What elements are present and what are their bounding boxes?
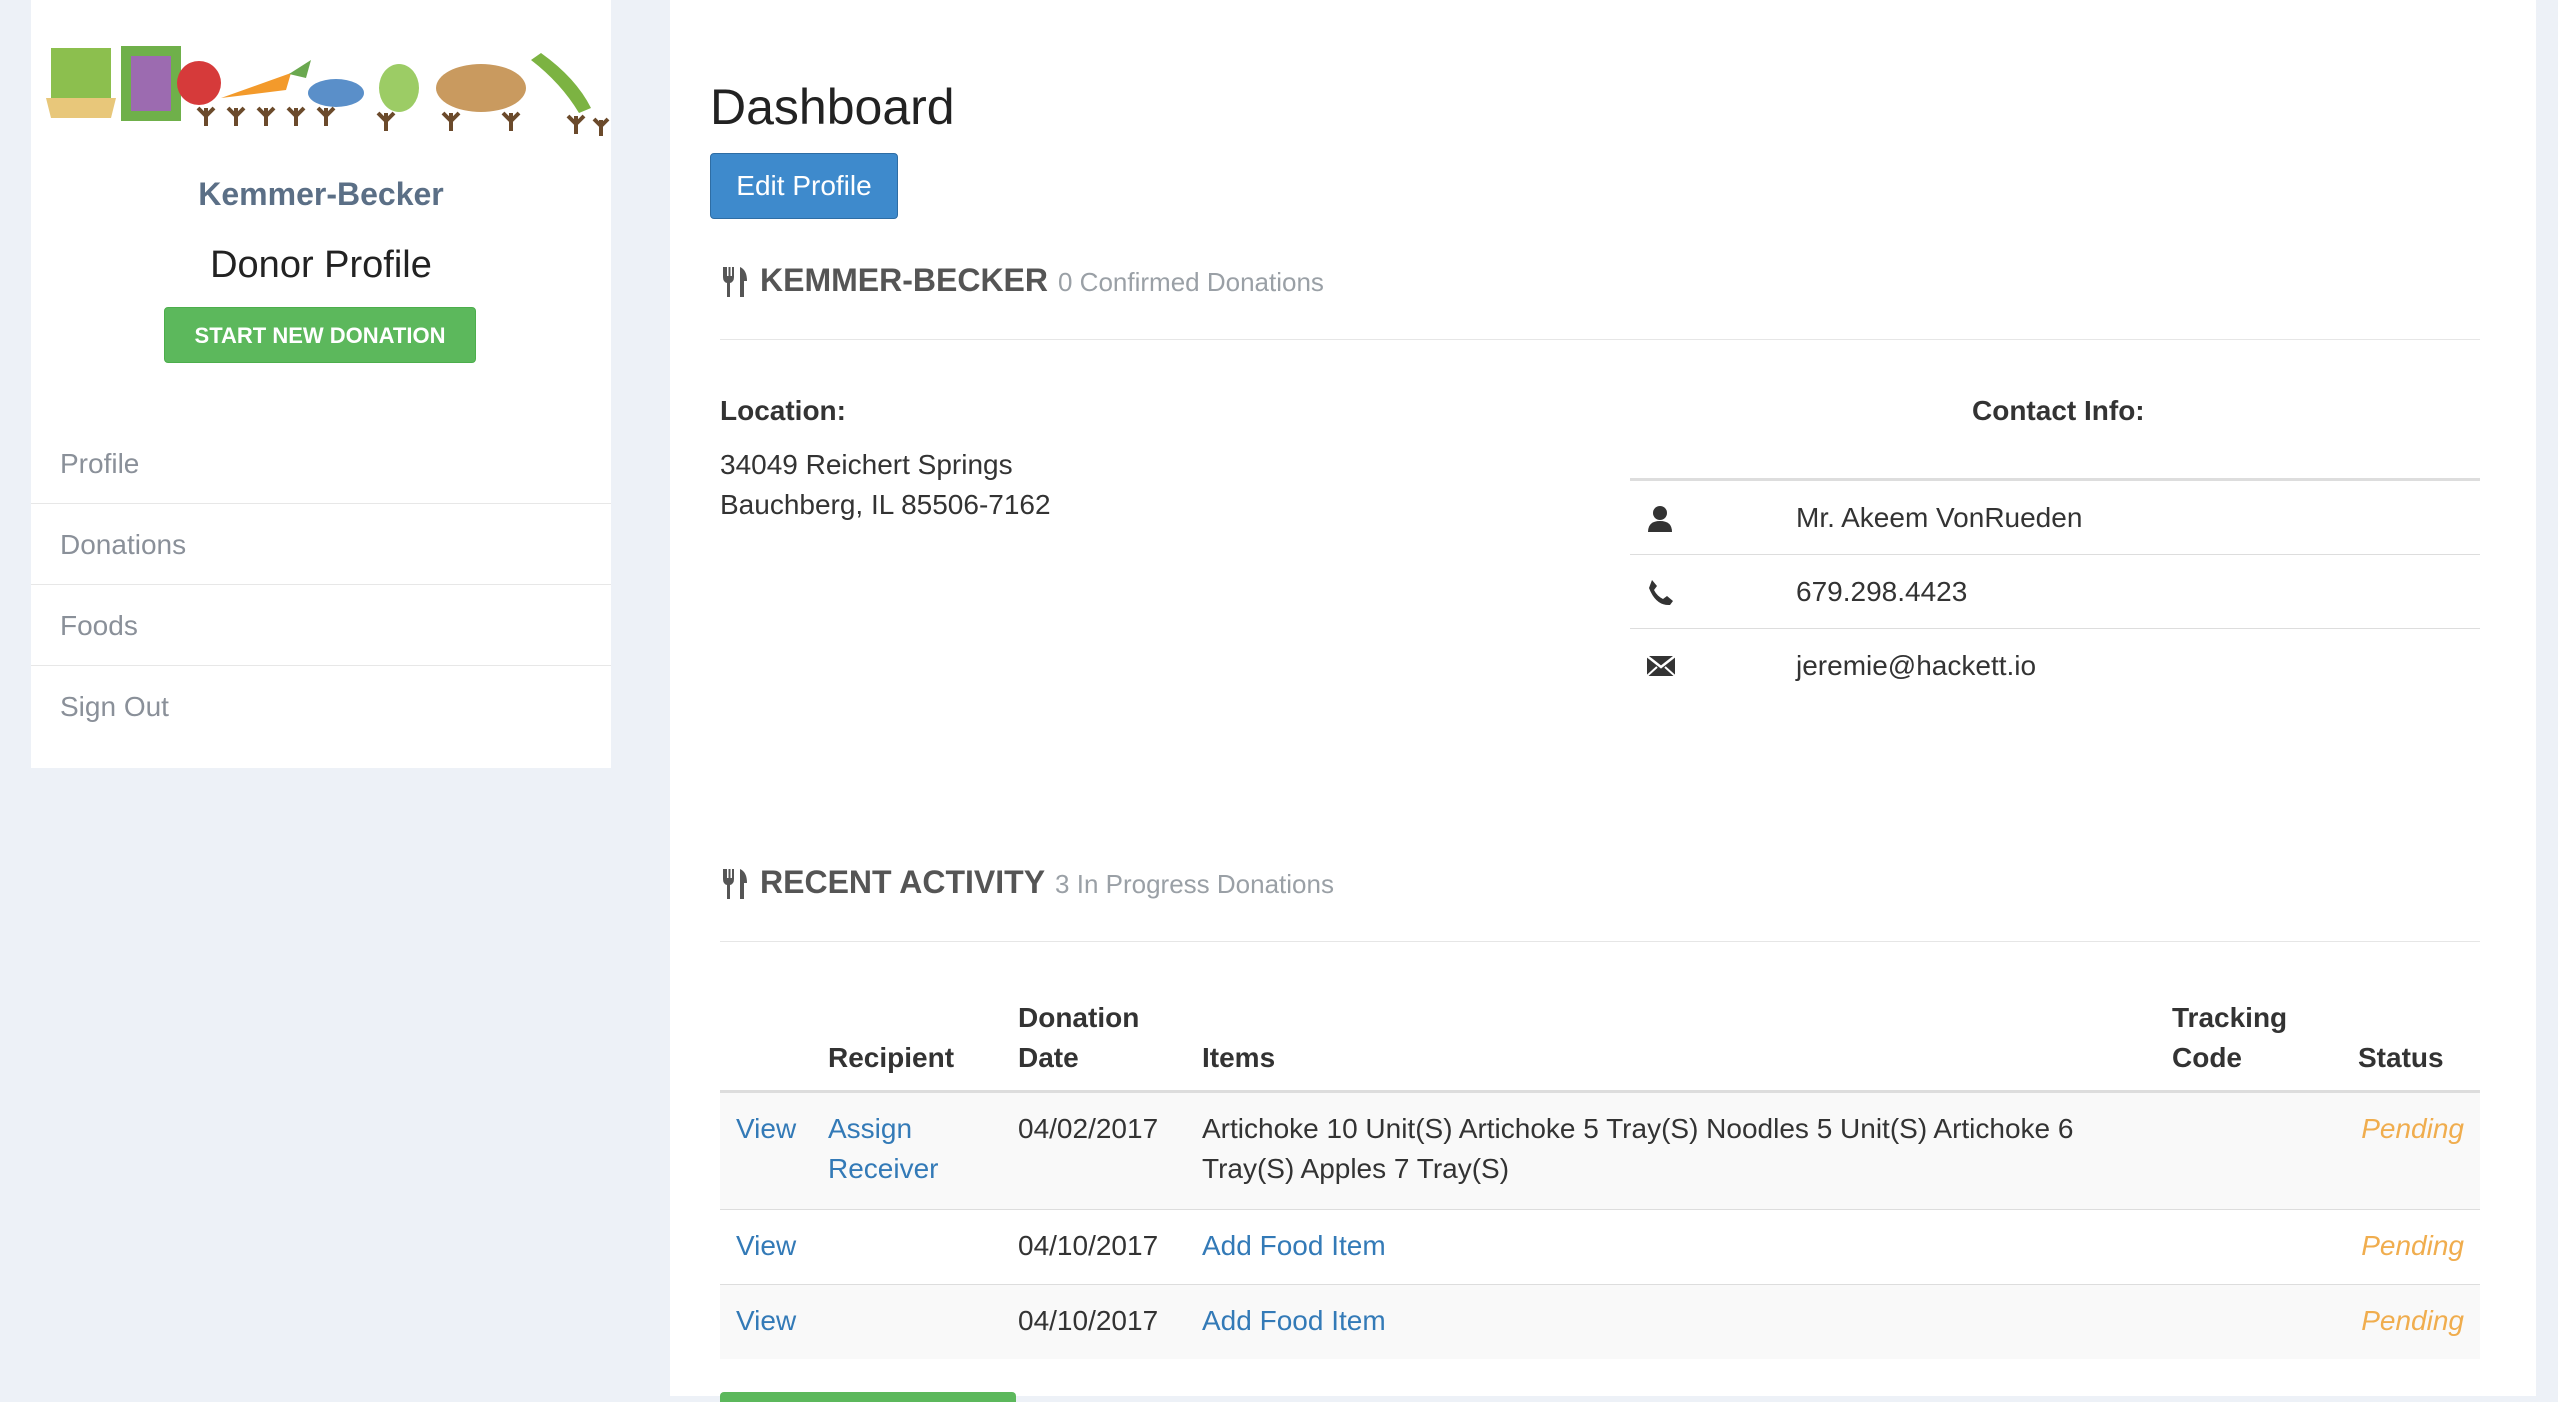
location-label: Location: bbox=[720, 395, 846, 426]
cutlery-icon bbox=[723, 868, 747, 899]
sidebar-item-profile[interactable]: Profile bbox=[31, 423, 611, 504]
phone-icon bbox=[1630, 578, 1796, 606]
donation-items: Artichoke 10 Unit(S) Artichoke 5 Tray(S)… bbox=[1202, 1109, 2122, 1189]
header-donation-date-line1: Donation bbox=[1018, 1002, 1140, 1033]
header-donation-date: Donation Date bbox=[1018, 998, 1139, 1078]
donation-items-line1: Artichoke 10 Unit(S) Artichoke 5 Tray(S)… bbox=[1202, 1113, 2074, 1144]
header-items: Items bbox=[1202, 1042, 1276, 1073]
address-line-1: 34049 Reichert Springs bbox=[720, 449, 1013, 480]
header-tracking-code: Tracking Code bbox=[2172, 998, 2287, 1078]
table-row: View 04/10/2017 Add Food Item Pending bbox=[720, 1285, 2480, 1359]
add-food-item-link[interactable]: Add Food Item bbox=[1202, 1226, 1386, 1266]
in-progress-donations-count: 3 In Progress Donations bbox=[1055, 869, 1334, 899]
contact-row-name: Mr. Akeem VonRueden bbox=[1630, 481, 2480, 555]
assign-receiver-line1: Assign bbox=[828, 1113, 913, 1144]
sidebar-nav: Profile Donations Foods Sign Out bbox=[31, 423, 611, 747]
activity-section-header: RECENT ACTIVITY 3 In Progress Donations bbox=[720, 864, 1334, 901]
contact-row-email: jeremie@hackett.io bbox=[1630, 629, 2480, 702]
activity-section-title: RECENT ACTIVITY bbox=[760, 864, 1046, 900]
start-new-donation-button[interactable]: START NEW DONATION bbox=[164, 307, 476, 363]
donation-date: 04/02/2017 bbox=[1018, 1113, 1159, 1144]
contact-email: jeremie@hackett.io bbox=[1796, 649, 2037, 681]
assign-receiver-link[interactable]: Assign Receiver bbox=[828, 1109, 938, 1189]
activity-table: Recipient Donation Date Items Tracking C… bbox=[720, 960, 2480, 1359]
view-link[interactable]: View bbox=[736, 1301, 796, 1341]
address-line-2: Bauchberg, IL 85506-7162 bbox=[720, 489, 1051, 520]
contact-row-phone: 679.298.4423 bbox=[1630, 555, 2480, 629]
org-name: Kemmer-Becker bbox=[198, 176, 444, 212]
sidebar: Kemmer-Becker Donor Profile START NEW DO… bbox=[31, 0, 611, 768]
org-section-title: KEMMER-BECKER bbox=[760, 262, 1048, 298]
contact-table: Mr. Akeem VonRueden 679.298.4423 jeremie… bbox=[1630, 478, 2480, 702]
header-recipient: Recipient bbox=[828, 1042, 955, 1073]
header-donation-date-line2: Date bbox=[1018, 1042, 1079, 1073]
table-header: Recipient Donation Date Items Tracking C… bbox=[720, 960, 2480, 1093]
contact-phone: 679.298.4423 bbox=[1796, 575, 1968, 607]
assign-receiver-line2: Receiver bbox=[828, 1153, 939, 1184]
view-link[interactable]: View bbox=[736, 1109, 796, 1149]
header-tracking-line1: Tracking bbox=[2172, 1002, 2288, 1033]
food-logo-image bbox=[46, 46, 610, 136]
status-badge: Pending bbox=[2361, 1305, 2464, 1336]
divider bbox=[720, 339, 2480, 340]
edit-profile-button[interactable]: Edit Profile bbox=[710, 153, 898, 219]
partially-visible-button[interactable] bbox=[720, 1392, 1016, 1402]
status-badge: Pending bbox=[2361, 1113, 2464, 1144]
table-row: View Assign Receiver 04/02/2017 Artichok… bbox=[720, 1093, 2480, 1210]
cutlery-icon bbox=[723, 266, 747, 297]
page-title: Dashboard bbox=[710, 79, 955, 135]
user-icon bbox=[1630, 504, 1796, 532]
donation-items-line2: Tray(S) Apples 7 Tray(S) bbox=[1202, 1153, 1510, 1184]
header-tracking-line2: Code bbox=[2172, 1042, 2242, 1073]
table-row: View 04/10/2017 Add Food Item Pending bbox=[720, 1210, 2480, 1285]
status-badge: Pending bbox=[2361, 1230, 2464, 1261]
sidebar-item-sign-out[interactable]: Sign Out bbox=[31, 666, 611, 747]
view-link[interactable]: View bbox=[736, 1226, 796, 1266]
donation-date: 04/10/2017 bbox=[1018, 1230, 1159, 1261]
contact-info-label: Contact Info: bbox=[1972, 395, 2145, 426]
main-panel: Dashboard Edit Profile KEMMER-BECKER 0 C… bbox=[670, 0, 2536, 1402]
sidebar-item-foods[interactable]: Foods bbox=[31, 585, 611, 666]
divider bbox=[720, 941, 2480, 942]
profile-title: Donor Profile bbox=[210, 244, 432, 286]
donation-date: 04/10/2017 bbox=[1018, 1305, 1159, 1336]
org-section-header: KEMMER-BECKER 0 Confirmed Donations bbox=[720, 262, 1324, 299]
sidebar-item-donations[interactable]: Donations bbox=[31, 504, 611, 585]
add-food-item-link[interactable]: Add Food Item bbox=[1202, 1301, 1386, 1341]
header-status: Status bbox=[2358, 1042, 2444, 1073]
contact-name: Mr. Akeem VonRueden bbox=[1796, 501, 2083, 533]
envelope-icon bbox=[1630, 654, 1796, 678]
confirmed-donations-count: 0 Confirmed Donations bbox=[1058, 267, 1324, 297]
